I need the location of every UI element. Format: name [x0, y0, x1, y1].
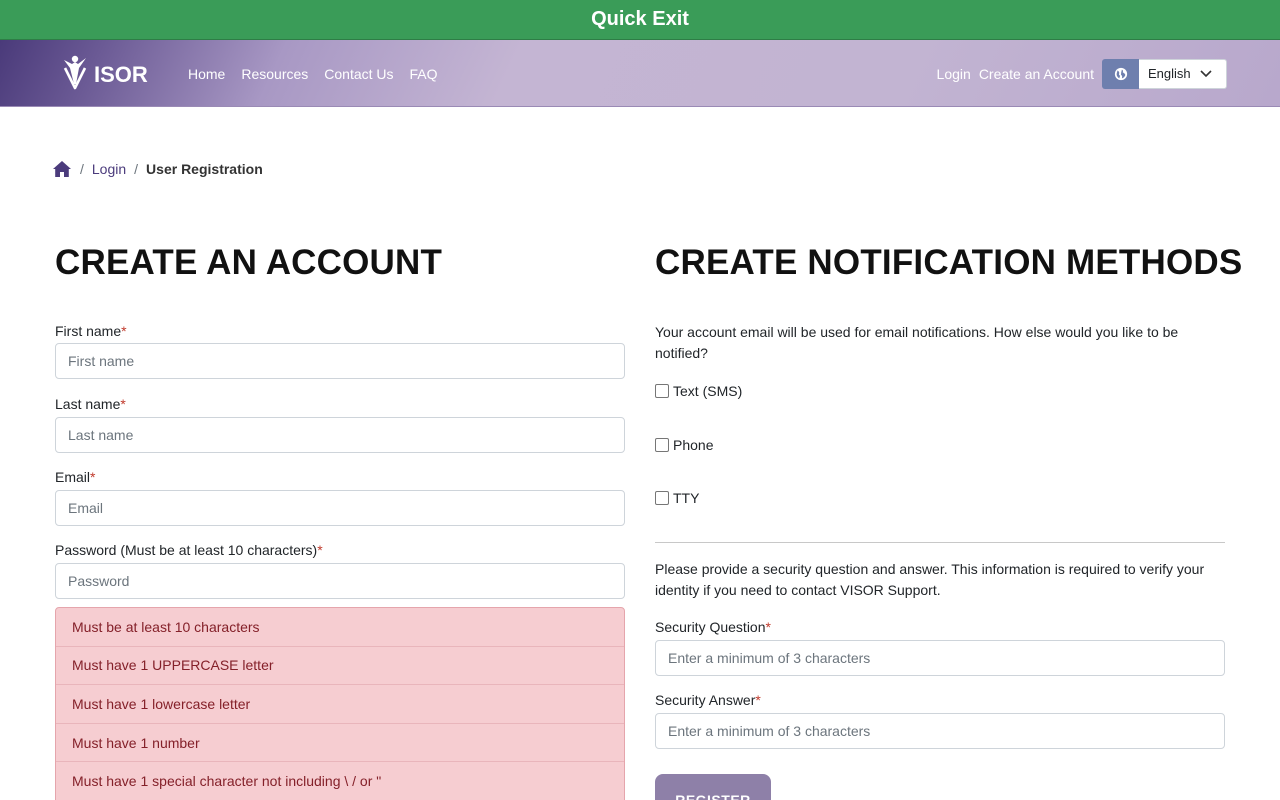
email-input[interactable]	[55, 490, 625, 526]
security-notice: Please provide a security question and a…	[655, 561, 1205, 598]
logo-text: ISOR	[94, 62, 148, 87]
navbar: ISOR Home Resources Contact Us FAQ Login…	[0, 40, 1280, 107]
tty-option[interactable]: TTY	[655, 490, 699, 506]
breadcrumb-login[interactable]: Login	[92, 161, 126, 177]
language-dropdown[interactable]: English	[1139, 58, 1227, 89]
language-selector: English	[1102, 58, 1227, 89]
nav-resources[interactable]: Resources	[241, 66, 308, 82]
password-rule: Must have 1 UPPERCASE letter	[56, 647, 624, 686]
chevron-down-icon	[1200, 69, 1212, 77]
nav-home[interactable]: Home	[188, 66, 225, 82]
first-name-label: First name*	[55, 323, 127, 339]
breadcrumb-current: User Registration	[146, 161, 263, 177]
home-icon[interactable]	[52, 160, 72, 178]
security-answer-label: Security Answer*	[655, 692, 761, 708]
main-nav: Home Resources Contact Us FAQ	[188, 40, 438, 107]
security-question-label: Security Question*	[655, 619, 771, 635]
breadcrumb-separator: /	[80, 161, 84, 177]
security-answer-input[interactable]	[655, 713, 1225, 749]
password-rule: Must have 1 number	[56, 724, 624, 763]
password-rules: Must be at least 10 characters Must have…	[55, 607, 625, 800]
password-rule: Must be at least 10 characters	[56, 608, 624, 647]
register-button[interactable]: REGISTER	[655, 774, 771, 800]
tty-label: TTY	[673, 490, 700, 506]
tty-checkbox[interactable]	[655, 491, 669, 505]
last-name-input[interactable]	[55, 417, 625, 453]
nav-right: Login Create an Account English	[937, 40, 1227, 107]
nav-create-account[interactable]: Create an Account	[979, 66, 1094, 82]
notification-methods-title: CREATE NOTIFICATION METHODS	[655, 243, 1243, 282]
visor-logo-icon	[63, 55, 87, 90]
password-label: Password (Must be at least 10 characters…	[55, 542, 323, 558]
breadcrumb-separator: /	[134, 161, 139, 177]
quick-exit-button[interactable]: Quick Exit	[0, 0, 1280, 40]
phone-label: Phone	[673, 437, 714, 453]
phone-checkbox[interactable]	[655, 438, 669, 452]
logo[interactable]: ISOR	[62, 54, 148, 90]
sms-checkbox[interactable]	[655, 384, 669, 398]
divider	[655, 542, 1225, 543]
email-label: Email*	[55, 469, 96, 485]
nav-faq[interactable]: FAQ	[410, 66, 438, 82]
create-account-title: CREATE AN ACCOUNT	[55, 243, 443, 282]
notification-notice: Your account email will be used for emai…	[655, 324, 1179, 361]
password-rule: Must have 1 special character not includ…	[56, 762, 624, 800]
security-question-input[interactable]	[655, 640, 1225, 676]
breadcrumb: / Login / User Registration	[52, 160, 263, 178]
last-name-label: Last name*	[55, 396, 126, 412]
nav-contact-us[interactable]: Contact Us	[324, 66, 393, 82]
language-selected: English	[1148, 66, 1191, 81]
phone-option[interactable]: Phone	[655, 437, 713, 453]
nav-login[interactable]: Login	[937, 66, 971, 82]
sms-option[interactable]: Text (SMS)	[655, 383, 742, 399]
password-input[interactable]	[55, 563, 625, 599]
globe-icon[interactable]	[1102, 58, 1139, 89]
sms-label: Text (SMS)	[673, 383, 743, 399]
first-name-input[interactable]	[55, 343, 625, 379]
password-rule: Must have 1 lowercase letter	[56, 685, 624, 724]
